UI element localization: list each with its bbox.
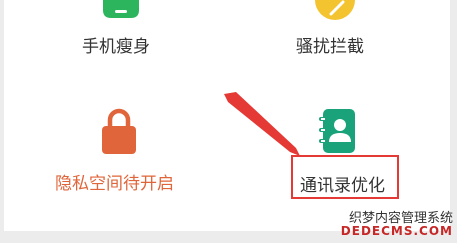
contacts-icon (319, 109, 355, 153)
lock-icon (102, 108, 136, 154)
phone-slim-icon (103, 0, 139, 18)
tile-label: 隐私空间待开启 (55, 174, 174, 194)
tools-panel: 手机瘦身 骚扰拦截 隐私空间待开启 通讯录优化 (4, 0, 450, 231)
tile-label: 手机瘦身 (82, 37, 150, 57)
block-icon (315, 0, 355, 20)
highlight-box (291, 155, 399, 199)
watermark-domain: DEDECMS.COM (340, 224, 453, 238)
tile-label: 骚扰拦截 (296, 37, 364, 57)
arrow-annotation-icon (224, 92, 300, 156)
